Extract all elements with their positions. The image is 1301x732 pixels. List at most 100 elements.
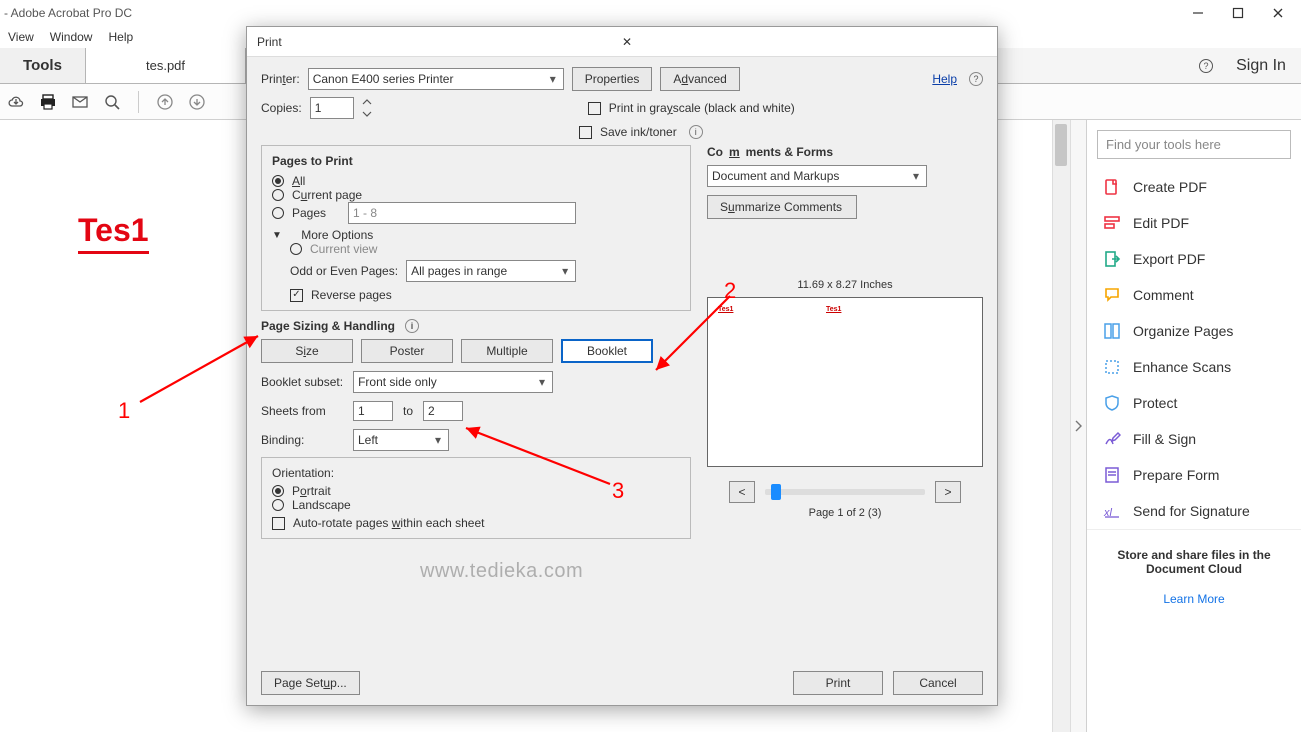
saveink-label: Save ink/toner: [600, 125, 677, 139]
print-icon[interactable]: [38, 92, 58, 112]
tools-search-input[interactable]: Find your tools here: [1097, 130, 1291, 159]
menu-window[interactable]: Window: [50, 30, 93, 44]
print-button[interactable]: Print: [793, 671, 883, 695]
binding-select[interactable]: Left▾: [353, 429, 449, 451]
sheets-from-input[interactable]: 1: [353, 401, 393, 421]
tool-label: Create PDF: [1133, 179, 1207, 195]
maximize-button[interactable]: [1219, 1, 1257, 25]
tool-label: Comment: [1133, 287, 1194, 303]
saveink-checkbox[interactable]: [579, 126, 592, 139]
reverse-row: ✓ Reverse pages: [290, 288, 680, 302]
send-signature-icon: xl: [1103, 502, 1121, 520]
expand-right-panel[interactable]: [1070, 120, 1086, 732]
reverse-pages-checkbox[interactable]: ✓: [290, 289, 303, 302]
learn-more-link[interactable]: Learn More: [1087, 586, 1301, 612]
dialog-columns: Pages to Print All Current page Pages 1 …: [261, 145, 983, 651]
radio-portrait[interactable]: [272, 485, 284, 497]
mail-icon[interactable]: [70, 92, 90, 112]
save-cloud-icon[interactable]: [6, 92, 26, 112]
comments-forms-section: Comments & Forms Document and Markups▾ S…: [707, 145, 983, 219]
radio-landscape[interactable]: [272, 499, 284, 511]
dialog-title: Print: [257, 35, 616, 49]
more-options-toggle[interactable]: ▼ More Options: [272, 228, 680, 242]
tab-poster[interactable]: Poster: [361, 339, 453, 363]
autorotate-checkbox[interactable]: [272, 517, 285, 530]
tool-item-organize-pages[interactable]: Organize Pages: [1087, 313, 1301, 349]
tool-item-export-pdf[interactable]: Export PDF: [1087, 241, 1301, 277]
pages-range-input[interactable]: 1 - 8: [348, 202, 576, 224]
tab-multiple[interactable]: Multiple: [461, 339, 553, 363]
printer-row: Printer: Canon E400 series Printer▾ Prop…: [261, 67, 983, 91]
copies-input[interactable]: 1: [310, 97, 354, 119]
tool-item-create-pdf[interactable]: Create PDF: [1087, 169, 1301, 205]
pages-to-print-group: Pages to Print All Current page Pages 1 …: [261, 145, 691, 311]
tool-item-protect[interactable]: Protect: [1087, 385, 1301, 421]
sign-in-link[interactable]: Sign In: [1221, 48, 1301, 83]
minimize-button[interactable]: [1179, 1, 1217, 25]
right-tools-panel: Find your tools here Create PDF Edit PDF…: [1086, 120, 1301, 732]
grayscale-checkbox[interactable]: [588, 102, 601, 115]
help-link[interactable]: Help: [932, 72, 957, 86]
binding-label: Binding:: [261, 433, 343, 447]
tab-file[interactable]: tes.pdf: [86, 48, 246, 83]
comments-forms-select[interactable]: Document and Markups▾: [707, 165, 927, 187]
dialog-close-button[interactable]: ✕: [616, 35, 987, 49]
properties-button[interactable]: Properties: [572, 67, 653, 91]
menu-view[interactable]: View: [8, 30, 34, 44]
prev-page-button[interactable]: <: [729, 481, 755, 503]
booklet-subset-select[interactable]: Front side only▾: [353, 371, 553, 393]
orientation-title: Orientation:: [272, 466, 680, 480]
tool-item-send-signature[interactable]: xl Send for Signature: [1087, 493, 1301, 530]
close-button[interactable]: [1259, 1, 1297, 25]
page-setup-button[interactable]: Page Setup...: [261, 671, 360, 695]
vertical-scrollbar[interactable]: [1052, 120, 1070, 732]
printer-value: Canon E400 series Printer: [313, 72, 454, 86]
preview-nav: < >: [707, 481, 983, 503]
advanced-button[interactable]: Advanced: [660, 67, 739, 91]
sizing-info-icon[interactable]: i: [405, 319, 419, 333]
pages-to-print-title: Pages to Print: [272, 154, 680, 168]
more-options-label: More Options: [301, 228, 373, 242]
sheets-to-input[interactable]: 2: [423, 401, 463, 421]
tool-item-comment[interactable]: Comment: [1087, 277, 1301, 313]
printer-select[interactable]: Canon E400 series Printer▾: [308, 68, 564, 90]
tab-booklet[interactable]: Booklet: [561, 339, 653, 363]
copies-stepper[interactable]: [362, 97, 372, 119]
scrollbar-thumb[interactable]: [1055, 124, 1067, 166]
next-page-button[interactable]: >: [935, 481, 961, 503]
tool-label: Prepare Form: [1133, 467, 1219, 483]
tool-item-prepare-form[interactable]: Prepare Form: [1087, 457, 1301, 493]
tool-label: Export PDF: [1133, 251, 1205, 267]
preview-slider[interactable]: [765, 489, 925, 495]
reverse-pages-label: Reverse pages: [311, 288, 392, 302]
sheets-from-label: Sheets from: [261, 404, 343, 418]
slider-handle[interactable]: [771, 484, 781, 500]
search-icon[interactable]: [102, 92, 122, 112]
radio-all[interactable]: [272, 175, 284, 187]
tab-size[interactable]: Size: [261, 339, 353, 363]
dialog-footer: Page Setup... Print Cancel: [247, 661, 997, 705]
odd-even-select[interactable]: All pages in range▾: [406, 260, 576, 282]
tool-item-edit-pdf[interactable]: Edit PDF: [1087, 205, 1301, 241]
preview-box: Tes1 Tes1: [707, 297, 983, 467]
menu-help[interactable]: Help: [108, 30, 133, 44]
edit-pdf-icon: [1103, 214, 1121, 232]
saveink-info-icon[interactable]: i: [689, 125, 703, 139]
top-help-icon[interactable]: ?: [1187, 48, 1221, 83]
dialog-titlebar: Print ✕: [247, 27, 997, 57]
tab-tools[interactable]: Tools: [0, 48, 86, 83]
tool-item-enhance-scans[interactable]: Enhance Scans: [1087, 349, 1301, 385]
tool-item-fill-sign[interactable]: Fill & Sign: [1087, 421, 1301, 457]
radio-current-page[interactable]: [272, 189, 284, 201]
radio-current-view[interactable]: [290, 243, 302, 255]
help-info-icon[interactable]: ?: [969, 72, 983, 86]
summarize-comments-button[interactable]: Summarize Comments: [707, 195, 857, 219]
toolbar-separator: [138, 91, 139, 113]
page-up-icon[interactable]: [155, 92, 175, 112]
preview-page-counter: Page 1 of 2 (3): [707, 507, 983, 519]
tool-label: Edit PDF: [1133, 215, 1189, 231]
cancel-button[interactable]: Cancel: [893, 671, 983, 695]
radio-pages[interactable]: [272, 207, 284, 219]
create-pdf-icon: [1103, 178, 1121, 196]
page-down-icon[interactable]: [187, 92, 207, 112]
